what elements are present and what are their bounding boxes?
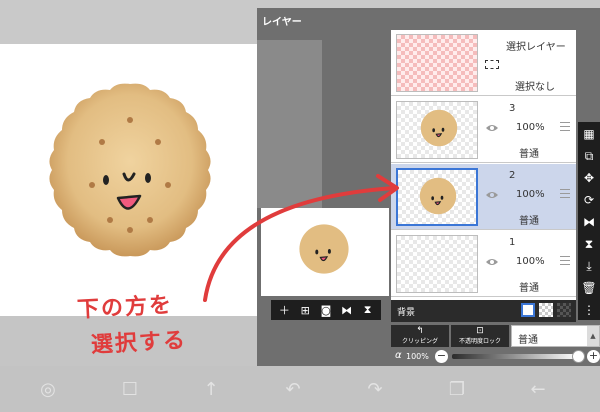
preview-cookie xyxy=(299,224,349,274)
background-row: 背景 xyxy=(391,300,576,322)
alpha-decrease-button[interactable]: − xyxy=(435,350,448,363)
layer-list: 選択レイヤー 選択なし 3 100% 普通 2 100% 普通 1 100% 普… xyxy=(391,30,576,300)
blend-mode-value: 普通 xyxy=(518,335,538,346)
layer-preview[interactable] xyxy=(261,208,389,296)
layer-row[interactable]: 3 100% 普通 xyxy=(391,97,576,163)
cookie-thumbnail xyxy=(419,177,457,215)
clipping-icon: ↰ xyxy=(416,326,424,336)
plus-icon[interactable]: ＋ xyxy=(276,302,292,318)
layer-thumbnail xyxy=(396,235,478,293)
arrow-up-icon[interactable]: ↑ xyxy=(196,374,226,404)
blend-controls: ↰ クリッピング ⊡ 不透明度ロック 普通 ▲ xyxy=(391,324,600,348)
layer-blend-mode: 普通 xyxy=(519,149,539,160)
selection-marquee-icon xyxy=(485,60,499,69)
eye-icon[interactable] xyxy=(485,190,499,200)
undo-icon[interactable]: ↶ xyxy=(278,374,308,404)
lock-icon: ⊡ xyxy=(476,326,484,336)
checker-icon[interactable]: ▦ xyxy=(578,124,600,144)
layer-tools-toolbar: ▦ ⧉ ✥ ⟳ ⧓ ⧗ ⤓ 🗑 ⋮ xyxy=(578,122,600,320)
alpha-lock-label: 不透明度ロック xyxy=(458,338,501,345)
more-icon[interactable]: ⋮ xyxy=(578,300,600,320)
layer-window-title: レイヤー xyxy=(262,17,302,28)
selection-layer-status: 選択なし xyxy=(515,82,555,93)
blend-mode-select[interactable]: 普通 ▲ xyxy=(511,325,600,347)
drag-handle-icon[interactable] xyxy=(560,122,570,131)
merge-down-icon[interactable]: ⤓ xyxy=(578,256,600,276)
alpha-slider-row: α 100% − + xyxy=(391,349,600,365)
cookie-illustration xyxy=(49,83,211,257)
layer-opacity: 100% xyxy=(516,256,545,267)
layer-window: レイヤー ＋ ⊞ ◙ ⧓ ⧗ 選択レイヤー 選択なし 3 100% 普通 2 1… xyxy=(257,8,600,366)
transfer-icon[interactable]: ⧉ xyxy=(578,146,600,166)
layer-opacity: 100% xyxy=(516,189,545,200)
background-white-swatch[interactable] xyxy=(521,303,535,317)
redo-icon[interactable]: ↷ xyxy=(360,374,390,404)
layer-blend-mode: 普通 xyxy=(519,216,539,227)
layer-thumbnail xyxy=(396,101,478,159)
layer-row[interactable]: 1 100% 普通 xyxy=(391,231,576,297)
preview-toolbar: ＋ ⊞ ◙ ⧓ ⧗ xyxy=(271,300,381,320)
move-icon[interactable]: ✥ xyxy=(578,168,600,188)
alpha-increase-button[interactable]: + xyxy=(587,350,600,363)
drag-handle-icon[interactable] xyxy=(560,189,570,198)
layer-number: 1 xyxy=(509,237,516,248)
annotation-line-1: 下の方を xyxy=(76,292,174,323)
selection-layer-thumbnail xyxy=(396,34,478,92)
layer-number: 2 xyxy=(509,170,516,181)
selection-layer-title: 選択レイヤー xyxy=(506,42,566,53)
flip-vertical-icon[interactable]: ⧗ xyxy=(578,234,600,254)
trash-icon[interactable]: 🗑 xyxy=(578,278,600,298)
flip-horizontal-icon[interactable]: ⧓ xyxy=(578,212,600,232)
background-dark-swatch[interactable] xyxy=(557,303,571,317)
cookie-thumbnail xyxy=(420,109,458,147)
layer-blend-mode: 普通 xyxy=(519,283,539,294)
background-label: 背景 xyxy=(397,308,416,318)
background-transparent-swatch[interactable] xyxy=(539,303,553,317)
eye-icon[interactable] xyxy=(485,257,499,267)
layers-icon[interactable]: ❐ xyxy=(442,374,472,404)
clipping-label: クリッピング xyxy=(401,338,438,345)
add-layer-icon[interactable]: ⊞ xyxy=(297,304,313,317)
eye-icon[interactable] xyxy=(485,123,499,133)
alpha-symbol: α xyxy=(395,350,402,361)
layer-row[interactable]: 2 100% 普通 xyxy=(391,164,576,230)
bottom-navigation-bar: ◎ ☐ ↑ ↶ ↷ ❐ ← xyxy=(0,366,600,412)
selection-layer-row[interactable]: 選択レイヤー 選択なし xyxy=(391,30,576,96)
flip-horizontal-icon[interactable]: ⧓ xyxy=(339,304,355,317)
alpha-value: 100% xyxy=(406,352,429,361)
back-icon[interactable]: ← xyxy=(523,374,553,404)
camera-icon[interactable]: ◙ xyxy=(318,304,334,317)
chevron-up-icon: ▲ xyxy=(587,326,599,346)
layer-thumbnail xyxy=(396,168,478,226)
preview-backdrop xyxy=(257,40,322,208)
alpha-lock-button[interactable]: ⊡ 不透明度ロック xyxy=(451,325,509,347)
alpha-slider-thumb[interactable] xyxy=(572,350,585,363)
alpha-slider-track[interactable] xyxy=(452,354,578,359)
circle-icon[interactable]: ◎ xyxy=(33,374,63,404)
clipping-button[interactable]: ↰ クリッピング xyxy=(391,325,449,347)
rotate-icon[interactable]: ⟳ xyxy=(578,190,600,210)
layer-number: 3 xyxy=(509,103,516,114)
drag-handle-icon[interactable] xyxy=(560,256,570,265)
layer-opacity: 100% xyxy=(516,122,545,133)
flip-vertical-icon[interactable]: ⧗ xyxy=(360,303,376,317)
annotation-line-2: 選択する xyxy=(90,328,188,359)
square-icon[interactable]: ☐ xyxy=(115,374,145,404)
annotation-text: 下の方を 選択する xyxy=(76,287,188,365)
